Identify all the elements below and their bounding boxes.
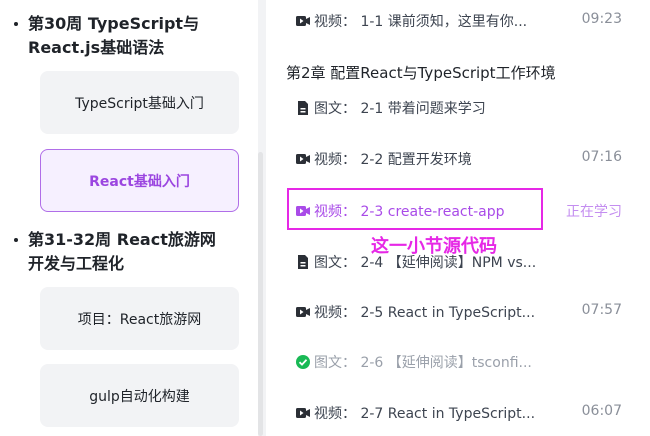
section-title-line2: 开发与工程化 bbox=[28, 254, 125, 273]
document-icon bbox=[298, 255, 308, 269]
card-label: gulp自动化构建 bbox=[89, 388, 190, 405]
course-card-gulp-build[interactable]: gulp自动化构建 bbox=[40, 364, 239, 427]
lesson-duration: 07:57 bbox=[581, 302, 622, 318]
learning-status: 正在学习 bbox=[566, 204, 622, 220]
video-icon bbox=[296, 16, 310, 26]
course-card-react-travel-project[interactable]: 项目：React旅游网 bbox=[40, 287, 239, 350]
bullet-dot bbox=[14, 22, 18, 26]
course-card-typescript-basics[interactable]: TypeScript基础入门 bbox=[40, 71, 239, 134]
lesson-row-2-1[interactable]: 图文： 2-1 带着问题来学习 bbox=[296, 96, 626, 120]
card-label: React基础入门 bbox=[89, 173, 190, 190]
lesson-row-2-6[interactable]: 图文： 2-6 【延伸阅读】tsconfi... bbox=[296, 350, 626, 374]
lesson-duration: 07:16 bbox=[581, 149, 622, 165]
course-card-react-basics[interactable]: React基础入门 bbox=[40, 149, 239, 212]
video-icon bbox=[296, 154, 310, 164]
video-icon bbox=[296, 408, 310, 418]
card-label: TypeScript基础入门 bbox=[75, 95, 204, 112]
lesson-title: 视频： 2-7 React in TypeScript... bbox=[314, 406, 536, 422]
chapter-title: 第2章 配置React与TypeScript工作环境 bbox=[286, 64, 556, 82]
annotation-highlight-box bbox=[287, 188, 543, 230]
lesson-row-2-2[interactable]: 视频： 2-2 配置开发环境 07:16 bbox=[296, 147, 626, 171]
lesson-duration: 09:23 bbox=[581, 11, 622, 27]
section-title-line1: 第31-32周 React旅游网 bbox=[28, 230, 216, 249]
lesson-row-2-4[interactable]: 图文： 2-4 【延伸阅读】NPM vs... bbox=[296, 250, 626, 274]
card-label: 项目：React旅游网 bbox=[77, 311, 202, 328]
check-circle-icon bbox=[296, 355, 310, 369]
section-title-line1: 第30周 TypeScript与 bbox=[28, 14, 200, 33]
lesson-title: 图文： 2-6 【延伸阅读】tsconfi... bbox=[314, 355, 532, 371]
lesson-duration: 06:07 bbox=[581, 403, 622, 419]
section-title-week30: 第30周 TypeScript与 React.js基础语法 bbox=[14, 12, 248, 60]
lesson-row-2-5[interactable]: 视频： 2-5 React in TypeScript... 07:57 bbox=[296, 300, 626, 324]
video-icon bbox=[296, 307, 310, 317]
lesson-row-2-7[interactable]: 视频： 2-7 React in TypeScript... 06:07 bbox=[296, 401, 626, 425]
bullet-dot bbox=[14, 238, 18, 242]
course-sidebar: 第30周 TypeScript与 React.js基础语法 TypeScript… bbox=[0, 0, 258, 436]
lesson-title: 视频： 2-5 React in TypeScript... bbox=[314, 305, 536, 321]
lesson-title: 图文： 2-4 【延伸阅读】NPM vs... bbox=[314, 255, 537, 271]
lesson-title: 视频： 2-2 配置开发环境 bbox=[314, 152, 472, 168]
section-title-line2: React.js基础语法 bbox=[28, 38, 165, 57]
document-icon bbox=[298, 101, 308, 115]
sidebar-scrollbar[interactable] bbox=[258, 152, 263, 436]
lesson-title: 视频： 1-1 课前须知，这里有你... bbox=[314, 14, 528, 30]
lesson-title: 图文： 2-1 带着问题来学习 bbox=[314, 101, 486, 117]
section-title-week31-32: 第31-32周 React旅游网 开发与工程化 bbox=[14, 228, 248, 276]
lesson-row-1-1[interactable]: 视频： 1-1 课前须知，这里有你... 09:23 bbox=[296, 9, 626, 33]
